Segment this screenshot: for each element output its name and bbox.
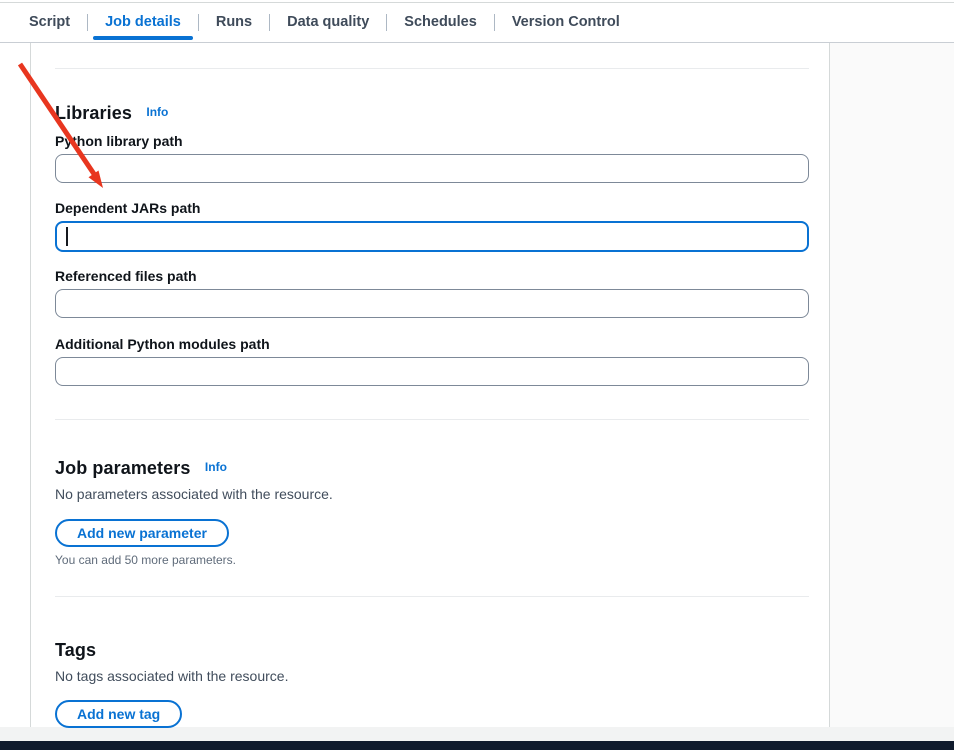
- tab-version-control[interactable]: Version Control: [495, 3, 637, 42]
- add-new-tag-button[interactable]: Add new tag: [55, 700, 182, 728]
- job-parameters-empty-text: No parameters associated with the resour…: [55, 486, 809, 503]
- field-additional-python-modules-path: Additional Python modules path: [55, 336, 809, 386]
- tab-data-quality[interactable]: Data quality: [270, 3, 386, 42]
- section-divider: [55, 419, 809, 420]
- additional-python-modules-path-input[interactable]: [55, 357, 809, 386]
- right-background: [830, 43, 954, 727]
- tags-section-title: Tags: [55, 639, 96, 661]
- tab-script[interactable]: Script: [12, 3, 87, 42]
- python-library-path-label: Python library path: [55, 133, 809, 150]
- add-new-parameter-button[interactable]: Add new parameter: [55, 519, 229, 547]
- section-divider: [55, 596, 809, 597]
- field-python-library-path: Python library path: [55, 133, 809, 183]
- job-parameters-info-link[interactable]: Info: [205, 460, 227, 474]
- job-parameters-helper-text: You can add 50 more parameters.: [55, 553, 809, 567]
- libraries-info-link[interactable]: Info: [146, 105, 168, 119]
- main-area: Libraries Info Python library path Depen…: [0, 43, 954, 727]
- footer-dark-bar: [0, 741, 954, 750]
- tab-bar: Script Job details Runs Data quality Sch…: [0, 2, 954, 43]
- field-referenced-files-path: Referenced files path: [55, 268, 809, 318]
- additional-python-modules-path-label: Additional Python modules path: [55, 336, 809, 353]
- footer-gray-strip: [0, 727, 954, 741]
- field-dependent-jars-path: Dependent JARs path: [55, 200, 809, 252]
- tags-empty-text: No tags associated with the resource.: [55, 668, 809, 685]
- job-parameters-section-title: Job parameters: [55, 457, 190, 479]
- tab-schedules[interactable]: Schedules: [387, 3, 494, 42]
- dependent-jars-path-input[interactable]: [55, 221, 809, 252]
- text-caret: [66, 227, 68, 246]
- section-divider: [55, 68, 809, 69]
- left-gutter: [0, 43, 31, 727]
- job-details-panel: Libraries Info Python library path Depen…: [31, 43, 830, 727]
- python-library-path-input[interactable]: [55, 154, 809, 183]
- tab-job-details[interactable]: Job details: [88, 3, 198, 42]
- libraries-section-title: Libraries: [55, 102, 132, 124]
- dependent-jars-path-label: Dependent JARs path: [55, 200, 809, 217]
- referenced-files-path-label: Referenced files path: [55, 268, 809, 285]
- referenced-files-path-input[interactable]: [55, 289, 809, 318]
- tab-runs[interactable]: Runs: [199, 3, 269, 42]
